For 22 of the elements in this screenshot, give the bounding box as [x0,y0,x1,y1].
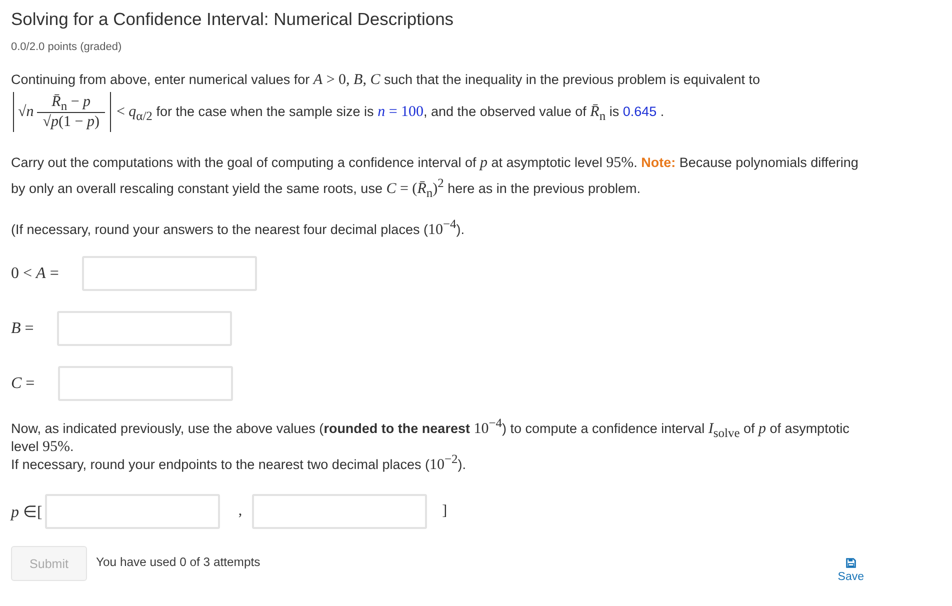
answer-field[interactable] [58,366,233,401]
math-label: 0 < A = [11,264,59,282]
separator-text: , [238,503,242,520]
rounding-note: (If necessary, round your answers to the nearest four decimal places (10$^{−4}$). [11,221,466,239]
problem-text: < q$_{α/2}$ for the case when the sample size is n = 100, and the observed value of R̄$_{n}$ is 0.645 . [116,103,664,122]
interval-text: Now, as indicated previously, use the above values (rounded to the nearest 10$^{−4}$) to compute a confidence interval I$_{solve}$ of p of asymptotic level 95%. [11,420,850,455]
answer-field[interactable] [56,311,232,346]
instructions-text: Carry out the computations with the goal of computing a confidence interval of p at asymptotic level 95%. Note: Because polynomials differing by only an overall rescaling constant yield the same roots, use C = (R̄$_{n}$)$^{2}$ here as in the previous problem. [11,154,860,202]
save-button[interactable]: Save [838,546,864,583]
answer-field[interactable] [45,494,220,529]
problem-text: Continuing from above, enter numerical values for A > 0, B, C such that the inequality in the previous problem is equivalent to [11,71,761,89]
answer-field[interactable] [82,256,257,291]
attempts-text: You have used 0 of 3 attempts [96,555,260,569]
bracket-text: ] [442,503,448,520]
rounding-note: If necessary, round your endpoints to the nearest two decimal places (10$^{−2}$). [11,456,468,474]
problem-title: Solving for a Confidence Interval: Numerical Descriptions [11,8,455,30]
math-label: C = [11,374,35,392]
math-label: p ∈[ [11,502,42,522]
math-formula: √n R̄$_{n}$ − p √p(1 − p) [13,92,112,132]
math-label: B = [11,320,34,338]
answer-field[interactable] [252,494,428,529]
score-text: 0.0/2.0 points (graded) [11,40,123,54]
